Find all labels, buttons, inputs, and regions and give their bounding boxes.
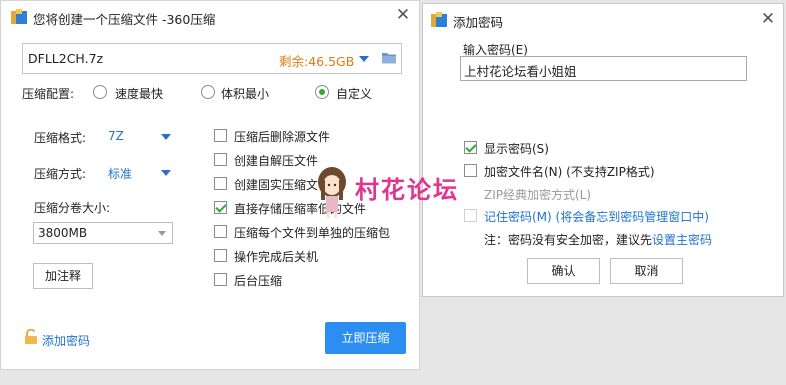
cancel-button[interactable]: 取消 [610,258,683,284]
free-space-label: 剩余:46.5GB [279,54,355,69]
security-note-text: 注：密码没有安全加密，建议先 [484,233,653,247]
option-delete-source-checkbox[interactable] [214,129,227,142]
option-delete-source-label[interactable]: 压缩后删除源文件 [234,128,330,145]
add-comment-label: 加注释 [44,269,81,283]
confirm-button[interactable]: 确认 [527,258,600,284]
watermark-girl-image [315,166,349,221]
option-separate-archives-label[interactable]: 压缩每个文件到单独的压缩包 [234,224,390,241]
radio-speed[interactable] [93,85,107,99]
filename-field[interactable]: DFLL2CH.7z 剩余:46.5GB [22,43,402,74]
compress-titlebar: 您将创建一个压缩文件 -360压缩 ✕ [1,1,419,31]
watermark: 村花论坛 [315,166,495,226]
radio-custom-label[interactable]: 自定义 [336,85,372,102]
password-dialog-title: 添加密码 [453,15,504,30]
chevron-down-icon [158,231,166,236]
radio-speed-label[interactable]: 速度最快 [115,85,163,102]
radio-custom[interactable] [315,85,329,99]
option-separate-archives-checkbox[interactable] [214,225,227,238]
watermark-text: 村花论坛 [355,176,459,204]
format-label: 压缩格式: [34,131,87,145]
option-store-low-ratio-checkbox[interactable] [214,201,227,214]
security-note: 注：密码没有安全加密，建议先设置主密码 [484,231,712,248]
password-titlebar: 添加密码 ✕ [423,4,783,34]
option-sfx-checkbox[interactable] [214,153,227,166]
add-comment-button[interactable]: 加注释 [33,263,93,289]
360zip-icon [11,9,27,24]
volume-select[interactable]: 3800MB [33,222,173,244]
encrypt-filenames-label[interactable]: 加密文件名(N) (不支持ZIP格式) [484,163,655,180]
close-icon[interactable]: ✕ [759,10,777,28]
option-background-label[interactable]: 后台压缩 [234,272,282,289]
method-select[interactable]: 标准 [108,165,132,182]
method-dropdown-icon[interactable] [161,170,171,176]
option-solid-checkbox[interactable] [214,177,227,190]
volume-label: 压缩分卷大小: [34,201,111,215]
confirm-label: 确认 [551,264,576,278]
close-icon[interactable]: ✕ [394,6,412,24]
radio-size[interactable] [201,85,215,99]
set-master-password-link[interactable]: 设置主密码 [652,233,712,247]
option-sfx-label[interactable]: 创建自解压文件 [234,152,318,169]
format-select[interactable]: 7Z [108,129,124,143]
show-password-label[interactable]: 显示密码(S) [484,140,549,157]
option-shutdown-label[interactable]: 操作完成后关机 [234,248,318,265]
volume-value: 3800MB [38,226,88,240]
show-password-checkbox[interactable] [464,141,477,154]
compress-now-button[interactable]: 立即压缩 [325,322,406,354]
compress-dialog-title: 您将创建一个压缩文件 -360压缩 [33,12,216,27]
format-dropdown-icon[interactable] [161,134,171,140]
cancel-label: 取消 [634,264,659,278]
zip-classic-label: ZIP经典加密方式(L) [484,188,592,202]
lock-icon[interactable] [24,328,38,348]
remember-password-label[interactable]: 记住密码(M) (将会备忘到密码管理窗口中) [484,208,709,225]
filename-value: DFLL2CH.7z [28,51,104,66]
config-label: 压缩配置: [22,87,75,101]
password-value: 上村花论坛看小姐姐 [464,64,577,79]
add-password-link[interactable]: 添加密码 [42,332,90,349]
compress-now-label: 立即压缩 [341,331,390,345]
360zip-icon [431,12,447,27]
option-shutdown-checkbox[interactable] [214,249,227,262]
chevron-down-icon[interactable] [359,56,369,62]
method-label: 压缩方式: [34,167,87,181]
password-input[interactable]: 上村花论坛看小姐姐 [460,56,747,81]
folder-icon[interactable] [381,51,397,68]
password-dialog: 添加密码 ✕ 输入密码(E) 上村花论坛看小姐姐 显示密码(S) 加密文件名(N… [422,3,784,297]
radio-size-label[interactable]: 体积最小 [221,85,269,102]
option-background-checkbox[interactable] [214,273,227,286]
